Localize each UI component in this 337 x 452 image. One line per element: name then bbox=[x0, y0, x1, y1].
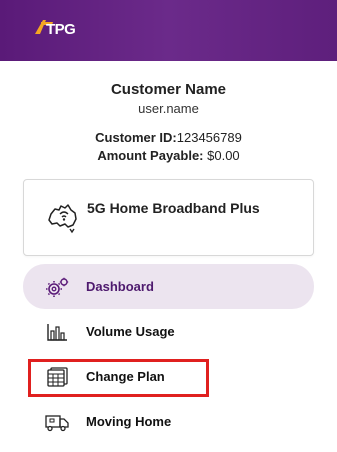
customer-username: user.name bbox=[138, 101, 199, 116]
nav-label-moving-home: Moving Home bbox=[86, 414, 172, 429]
customer-id-value: 123456789 bbox=[176, 130, 242, 145]
customer-id-row: Customer ID:123456789 bbox=[0, 129, 337, 147]
amount-payable-value: $0.00 bbox=[203, 148, 240, 163]
nav-label-dashboard: Dashboard bbox=[86, 279, 154, 294]
plan-cards-icon bbox=[47, 366, 68, 387]
bar-chart-icon bbox=[47, 323, 67, 341]
top-header: TPG bbox=[0, 0, 337, 61]
customer-name: Customer Name bbox=[110, 81, 227, 98]
australia-map-wifi-icon bbox=[48, 204, 77, 234]
gears-icon bbox=[46, 277, 69, 297]
amount-payable-row: Amount Payable: $0.00 bbox=[0, 147, 337, 165]
plan-card[interactable]: 5G Home Broadband Plus bbox=[23, 179, 314, 256]
customer-info: Customer Name user.name Customer ID:1234… bbox=[0, 80, 337, 165]
nav-item-change-plan[interactable]: Change Plan bbox=[23, 354, 314, 399]
nav-item-volume-usage[interactable]: Volume Usage bbox=[23, 309, 314, 354]
tpg-logo[interactable]: TPG bbox=[33, 14, 89, 40]
logo-text: TPG bbox=[46, 21, 75, 38]
nav-label-volume-usage: Volume Usage bbox=[86, 324, 175, 339]
nav-label-change-plan: Change Plan bbox=[86, 369, 165, 384]
nav-item-moving-home[interactable]: Moving Home bbox=[23, 399, 314, 444]
plan-title: 5G Home Broadband Plus bbox=[87, 200, 260, 216]
moving-truck-icon bbox=[45, 414, 69, 431]
amount-payable-label: Amount Payable: bbox=[97, 148, 204, 163]
customer-id-label: Customer ID: bbox=[95, 130, 177, 145]
nav-item-dashboard[interactable]: Dashboard bbox=[23, 264, 314, 309]
side-nav: Dashboard Volume Usage Change Plan Movin… bbox=[23, 264, 314, 444]
